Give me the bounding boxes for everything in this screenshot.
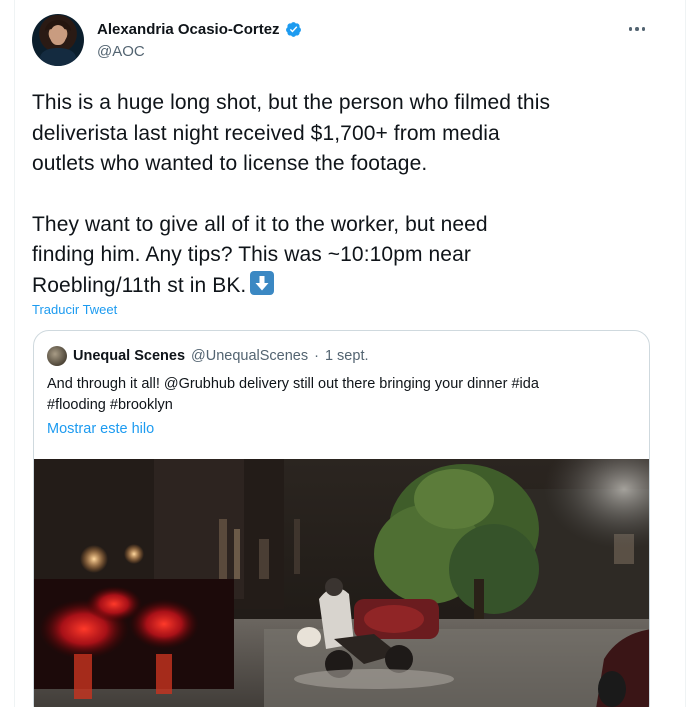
author-display-name[interactable]: Alexandria Ocasio-Cortez bbox=[97, 21, 280, 38]
avatar-shirt bbox=[40, 48, 76, 66]
tweet-text-line: They want to give all of it to the worke… bbox=[32, 212, 488, 236]
quoted-avatar[interactable] bbox=[47, 346, 67, 366]
tweet-text: This is a huge long shot, but the person… bbox=[32, 88, 662, 301]
more-horizontal-icon[interactable] bbox=[624, 22, 650, 36]
tweet-text-line: This is a huge long shot, but the person… bbox=[32, 91, 551, 114]
show-thread-link[interactable]: Mostrar este hilo bbox=[47, 421, 154, 437]
quoted-tweet-header: Unequal Scenes @UnequalScenes · 1 sept. bbox=[47, 346, 369, 366]
avatar[interactable] bbox=[32, 14, 84, 66]
quoted-author-handle[interactable]: @UnequalScenes bbox=[191, 348, 308, 364]
quoted-text-line: And through it all! @Grubhub delivery st… bbox=[47, 376, 539, 392]
tweet-text-line: outlets who wanted to license the footag… bbox=[32, 152, 428, 175]
quoted-tweet-text: And through it all! @Grubhub delivery st… bbox=[47, 374, 637, 416]
tweet-text-line: Roebling/11th st in BK. bbox=[32, 273, 247, 297]
avatar-face bbox=[50, 25, 66, 45]
quoted-author-name[interactable]: Unequal Scenes bbox=[73, 348, 185, 364]
author-handle[interactable]: @AOC bbox=[97, 43, 145, 60]
verified-badge-icon bbox=[285, 22, 301, 37]
tweet-text-line: deliverista last night received $1,700+ … bbox=[32, 121, 500, 145]
tweet-text-line: finding him. Any tips? This was ~10:10pm… bbox=[32, 243, 471, 266]
author-name-row[interactable]: Alexandria Ocasio-Cortez bbox=[97, 21, 302, 38]
quoted-separator: · bbox=[314, 348, 319, 364]
down-arrow-emoji-icon bbox=[250, 270, 275, 295]
quoted-text-line: #flooding #brooklyn bbox=[47, 397, 173, 413]
tweet-text-line-last: Roebling/11th st in BK. bbox=[32, 270, 662, 302]
translate-tweet-link[interactable]: Traducir Tweet bbox=[32, 302, 117, 317]
quoted-date[interactable]: 1 sept. bbox=[325, 348, 369, 364]
quoted-tweet[interactable]: Unequal Scenes @UnequalScenes · 1 sept. … bbox=[33, 330, 650, 707]
quoted-media-image[interactable] bbox=[34, 459, 650, 707]
